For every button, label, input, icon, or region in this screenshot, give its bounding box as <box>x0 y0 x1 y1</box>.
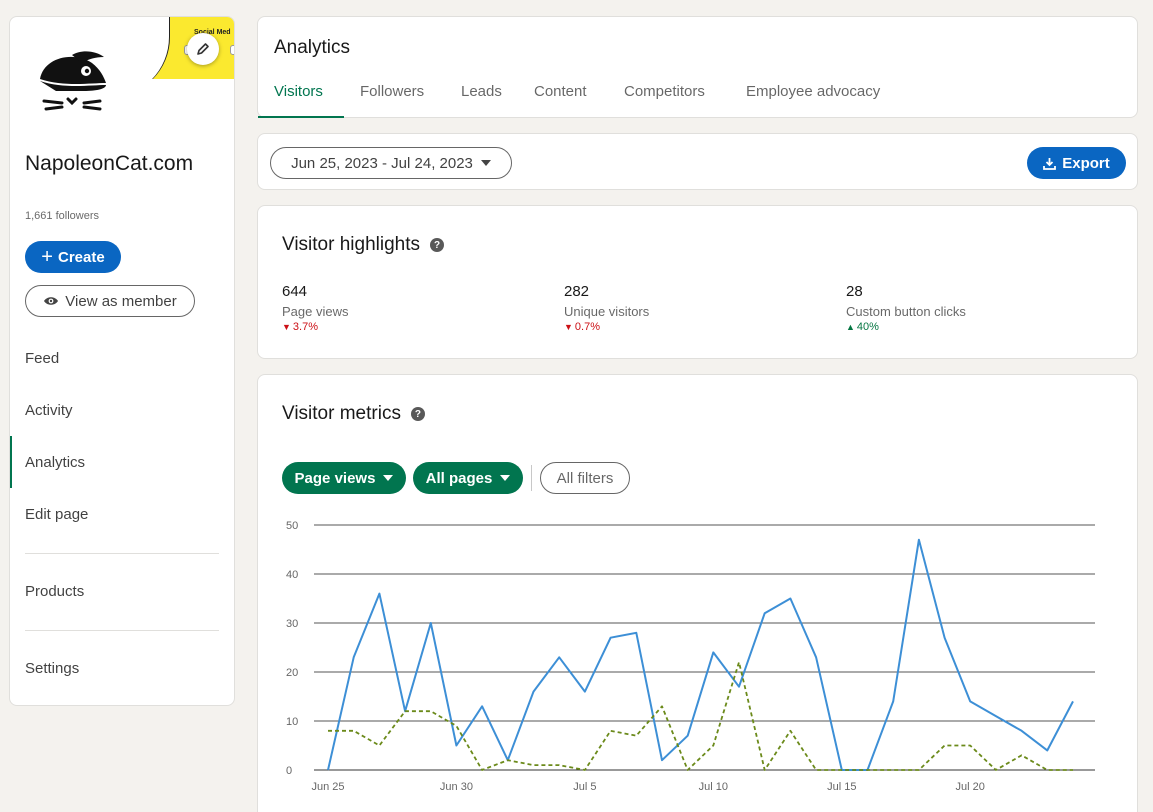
sidebar-item-activity[interactable]: Activity <box>25 402 73 419</box>
x-tick-label: Jun 25 <box>311 781 344 793</box>
organization-name: NapoleonCat.com <box>25 152 194 175</box>
sidebar-item-settings[interactable]: Settings <box>25 660 79 677</box>
visitor-highlights-title: Visitor highlights <box>282 234 421 255</box>
stat-change: ▲ 40% <box>846 321 966 333</box>
y-tick-label: 0 <box>286 765 292 777</box>
org-sidebar: Social Med NapoleonCat.com 1,661 followe… <box>9 16 235 706</box>
active-nav-indicator <box>10 436 12 488</box>
x-tick-label: Jul 10 <box>699 781 728 793</box>
stat-value: 28 <box>846 283 863 300</box>
stat-custom-button-clicks: 28 Custom button clicks ▲ 40% <box>846 283 966 333</box>
stat-unique-visitors: 282 Unique visitors ▼ 0.7% <box>564 283 649 333</box>
x-tick-label: Jun 30 <box>440 781 473 793</box>
eye-icon <box>44 297 59 305</box>
visitor-metrics-chart: 0 10 20 30 40 50 Jun 25 Jun 30 Jul 5 Jul 10 Jul 15… <box>286 520 1095 793</box>
stat-change: ▼ 3.7% <box>282 321 348 333</box>
follower-count: 1,661 followers <box>25 210 99 222</box>
sidebar-item-edit-page[interactable]: Edit page <box>25 506 88 523</box>
stat-label: Page views <box>282 304 349 319</box>
stat-value: 644 <box>282 283 308 300</box>
stat-change: ▼ 0.7% <box>564 321 649 333</box>
x-tick-label: Jul 5 <box>573 781 596 793</box>
down-triangle-icon: ▼ <box>564 322 573 332</box>
create-button-label: Create <box>57 248 105 266</box>
sidebar-item-feed[interactable]: Feed <box>25 350 59 367</box>
visitor-metrics-card: Visitor metrics ? Page views All pages A… <box>257 374 1138 812</box>
caret-down-icon <box>480 160 491 166</box>
up-triangle-icon: ▲ <box>846 322 855 332</box>
visitor-highlights-card: Visitor highlights ? 644 Page views ▼ 3.… <box>257 205 1138 359</box>
y-tick-label: 50 <box>286 520 298 532</box>
date-range-label: Jun 25, 2023 - Jul 24, 2023 <box>291 154 473 172</box>
section-title: Visitor highlights ? <box>282 234 445 256</box>
stat-label: Unique visitors <box>564 304 650 319</box>
active-tab-indicator <box>258 116 344 118</box>
page-title: Analytics <box>274 37 351 58</box>
date-range-bar: Jun 25, 2023 - Jul 24, 2023 Export <box>257 133 1138 190</box>
create-button[interactable]: + Create <box>25 241 121 273</box>
tab-leads[interactable]: Leads <box>461 83 502 100</box>
divider <box>25 630 219 631</box>
cover-image: Social Med <box>130 17 234 79</box>
view-as-member-label: View as member <box>65 292 177 310</box>
download-icon <box>1043 157 1057 170</box>
date-range-dropdown[interactable]: Jun 25, 2023 - Jul 24, 2023 <box>270 147 512 179</box>
down-triangle-icon: ▼ <box>282 322 291 332</box>
sidebar-item-products[interactable]: Products <box>25 583 84 600</box>
stat-page-views: 644 Page views ▼ 3.7% <box>282 283 348 333</box>
tab-content[interactable]: Content <box>534 83 587 100</box>
help-icon[interactable]: ? <box>430 238 445 252</box>
y-tick-label: 30 <box>286 618 298 630</box>
tab-followers[interactable]: Followers <box>360 83 424 100</box>
napoleoncat-logo <box>34 43 124 133</box>
sidebar-item-analytics[interactable]: Analytics <box>25 454 85 471</box>
stat-label: Custom button clicks <box>846 304 966 319</box>
y-tick-label: 40 <box>286 569 298 581</box>
analytics-header: Analytics Visitors Followers Leads Conte… <box>257 16 1138 118</box>
divider <box>25 553 219 554</box>
export-label: Export <box>1062 154 1110 172</box>
edit-pencil-icon[interactable] <box>187 33 219 65</box>
stat-change-value: 40% <box>856 321 879 333</box>
plus-icon: + <box>41 246 53 268</box>
tab-employee-advocacy[interactable]: Employee advocacy <box>746 83 880 100</box>
x-tick-label: Jul 20 <box>956 781 985 793</box>
x-tick-label: Jul 15 <box>827 781 856 793</box>
export-button[interactable]: Export <box>1027 147 1126 179</box>
stat-change-value: 0.7% <box>574 321 600 333</box>
stat-change-value: 3.7% <box>292 321 318 333</box>
stat-value: 282 <box>564 283 590 300</box>
view-as-member-button[interactable]: View as member <box>25 285 195 317</box>
y-tick-label: 20 <box>286 667 298 679</box>
y-tick-label: 10 <box>286 716 298 728</box>
tab-visitors[interactable]: Visitors <box>274 83 323 100</box>
tab-competitors[interactable]: Competitors <box>624 83 705 100</box>
